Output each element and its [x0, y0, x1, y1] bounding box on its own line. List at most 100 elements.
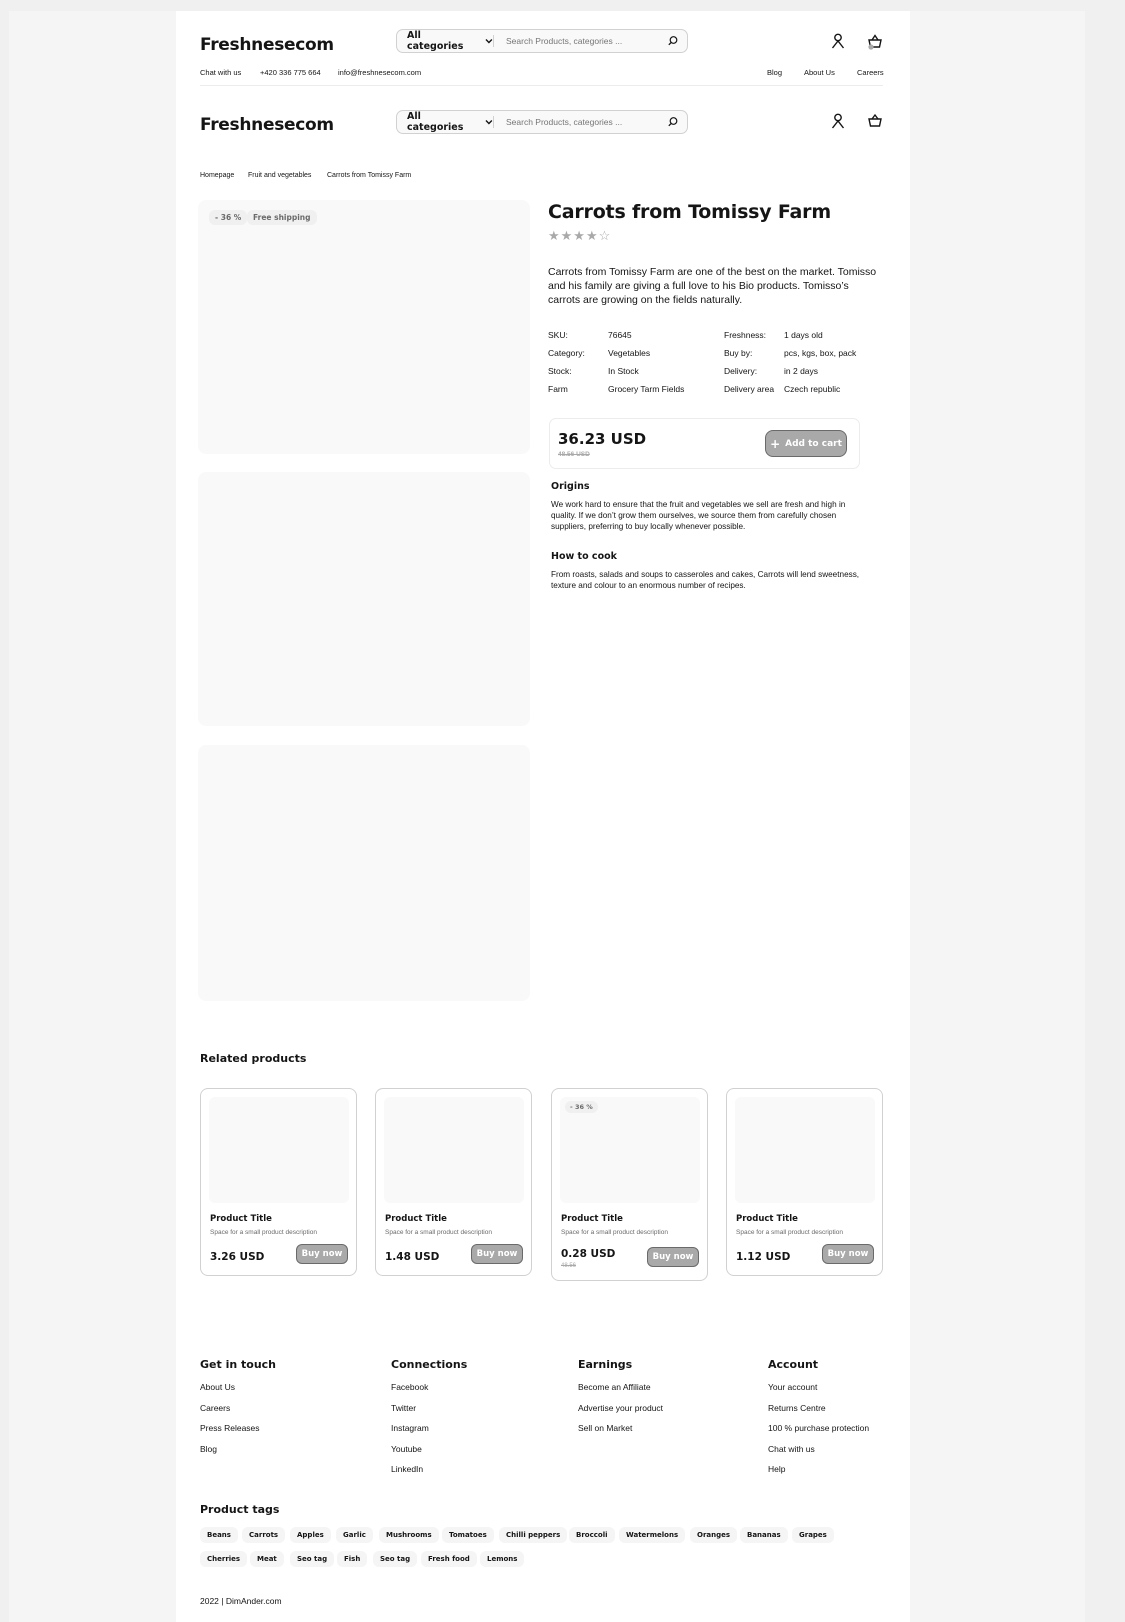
- related-products-title: Related products: [200, 1052, 307, 1065]
- phone-link[interactable]: +420 336 775 664: [260, 68, 321, 77]
- product-card-title[interactable]: Product Title: [736, 1214, 798, 1224]
- product-tag[interactable]: Bananas: [740, 1527, 788, 1543]
- product-card-title[interactable]: Product Title: [561, 1214, 623, 1224]
- product-tag[interactable]: Watermelons: [619, 1527, 686, 1543]
- product-image-2[interactable]: [198, 472, 530, 726]
- user-icon[interactable]: [831, 113, 845, 129]
- add-to-cart-button[interactable]: + Add to cart: [765, 430, 847, 457]
- footer-link[interactable]: Blog: [200, 1444, 217, 1454]
- buy-now-button[interactable]: Buy now: [471, 1244, 523, 1264]
- product-tag[interactable]: Carrots: [242, 1527, 286, 1543]
- basket-icon[interactable]: [866, 33, 884, 51]
- nav-about-us[interactable]: About Us: [804, 68, 835, 77]
- footer-link[interactable]: Instagram: [391, 1423, 429, 1433]
- product-card[interactable]: Product Title Space for a small product …: [375, 1088, 532, 1276]
- basket-icon[interactable]: [866, 113, 884, 129]
- breadcrumb-homepage[interactable]: Homepage: [200, 172, 234, 179]
- footer-link[interactable]: Become an Affiliate: [578, 1382, 651, 1392]
- spec-stock-label: Stock:: [548, 366, 572, 376]
- spec-buy-by-value: pcs, kgs, box, pack: [784, 348, 857, 358]
- spec-sku-label: SKU:: [548, 330, 568, 340]
- product-tag[interactable]: Broccoli: [569, 1527, 615, 1543]
- product-card-description: Space for a small product description: [736, 1229, 843, 1236]
- buy-now-button[interactable]: Buy now: [647, 1247, 699, 1267]
- product-tags-title: Product tags: [200, 1503, 280, 1516]
- footer-link[interactable]: Facebook: [391, 1382, 428, 1392]
- chevron-down-icon: [485, 39, 493, 44]
- product-card-price: 1.48 USD: [385, 1251, 440, 1263]
- search-icon[interactable]: [667, 35, 679, 47]
- spec-delivery-value: in 2 days: [784, 366, 819, 376]
- logo[interactable]: Freshnesecom: [200, 115, 334, 135]
- breadcrumb-current: Carrots from Tomissy Farm: [327, 172, 412, 179]
- footer-link[interactable]: Youtube: [391, 1444, 422, 1454]
- product-tag[interactable]: Cherries: [200, 1551, 248, 1567]
- product-card-title[interactable]: Product Title: [210, 1214, 272, 1224]
- product-card[interactable]: Product Title Space for a small product …: [200, 1088, 357, 1276]
- spec-freshness-label: Freshness:: [724, 330, 767, 340]
- how-to-cook-text: From roasts, salads and soups to cassero…: [551, 570, 860, 590]
- rating-stars: ★★★★☆: [548, 228, 612, 243]
- product-tag[interactable]: Tomatoes: [442, 1527, 494, 1543]
- product-tag[interactable]: Fish: [337, 1551, 368, 1567]
- origins-title: Origins: [551, 481, 590, 492]
- nav-blog[interactable]: Blog: [767, 68, 782, 77]
- product-card-description: Space for a small product description: [561, 1229, 668, 1236]
- footer-heading-account: Account: [768, 1358, 819, 1371]
- search-input[interactable]: [494, 36, 654, 46]
- footer-heading-earnings: Earnings: [578, 1358, 633, 1371]
- category-select[interactable]: All categories: [397, 30, 493, 52]
- footer-link[interactable]: 100 % purchase protection: [768, 1423, 869, 1433]
- product-card[interactable]: - 36 % Product Title Space for a small p…: [551, 1088, 708, 1281]
- product-tag[interactable]: Oranges: [690, 1527, 738, 1543]
- product-card[interactable]: Product Title Space for a small product …: [726, 1088, 883, 1276]
- product-tag[interactable]: Apples: [290, 1527, 331, 1543]
- product-tag[interactable]: Garlic: [336, 1527, 373, 1543]
- product-tag[interactable]: Beans: [200, 1527, 238, 1543]
- product-card-price: 3.26 USD: [210, 1251, 265, 1263]
- product-tag[interactable]: Meat: [250, 1551, 284, 1567]
- product-card-description: Space for a small product description: [210, 1229, 317, 1236]
- footer-link[interactable]: Sell on Market: [578, 1423, 632, 1433]
- product-image-3[interactable]: [198, 745, 530, 1001]
- product-tag[interactable]: Grapes: [792, 1527, 834, 1543]
- chat-link[interactable]: Chat with us: [200, 68, 241, 77]
- spec-stock-value: In Stock: [608, 366, 639, 376]
- footer-link[interactable]: Twitter: [391, 1403, 416, 1413]
- spec-delivery-label: Delivery:: [724, 366, 758, 376]
- search-icon[interactable]: [667, 116, 679, 128]
- footer-link[interactable]: Careers: [200, 1403, 230, 1413]
- footer-link[interactable]: Returns Centre: [768, 1403, 826, 1413]
- product-card-title[interactable]: Product Title: [385, 1214, 447, 1224]
- footer-link[interactable]: LinkedIn: [391, 1464, 423, 1474]
- product-old-price: 48.56 USD: [558, 451, 590, 458]
- product-tag[interactable]: Seo tag: [373, 1551, 418, 1567]
- footer-link[interactable]: Your account: [768, 1382, 817, 1392]
- logo[interactable]: Freshnesecom: [200, 35, 334, 55]
- user-icon[interactable]: [831, 33, 845, 49]
- footer-link[interactable]: Chat with us: [768, 1444, 815, 1454]
- discount-tag: - 36 %: [209, 210, 248, 225]
- buy-now-button[interactable]: Buy now: [296, 1244, 348, 1264]
- footer-heading-connections: Connections: [391, 1358, 468, 1371]
- email-link[interactable]: info@freshnesecom.com: [338, 68, 421, 77]
- footer-link[interactable]: Advertise your product: [578, 1403, 663, 1413]
- product-tag[interactable]: Lemons: [480, 1551, 525, 1567]
- product-tag[interactable]: Chilli peppers: [499, 1527, 568, 1543]
- header-divider: [200, 85, 883, 86]
- search-bar[interactable]: All categories: [396, 110, 688, 134]
- buy-now-button[interactable]: Buy now: [822, 1244, 874, 1264]
- search-bar[interactable]: All categories: [396, 29, 688, 53]
- footer-link[interactable]: Press Releases: [200, 1423, 260, 1433]
- product-tag[interactable]: Fresh food: [421, 1551, 477, 1567]
- nav-careers[interactable]: Careers: [857, 68, 884, 77]
- product-image-1[interactable]: [198, 200, 530, 454]
- search-input[interactable]: [494, 117, 654, 127]
- footer-link[interactable]: About Us: [200, 1382, 235, 1392]
- category-select[interactable]: All categories: [397, 111, 493, 133]
- product-tag[interactable]: Seo tag: [290, 1551, 335, 1567]
- footer-link[interactable]: Help: [768, 1464, 785, 1474]
- breadcrumb-fruit-vegetables[interactable]: Fruit and vegetables: [248, 172, 311, 179]
- product-tag[interactable]: Mushrooms: [379, 1527, 439, 1543]
- chevron-down-icon: [485, 120, 493, 125]
